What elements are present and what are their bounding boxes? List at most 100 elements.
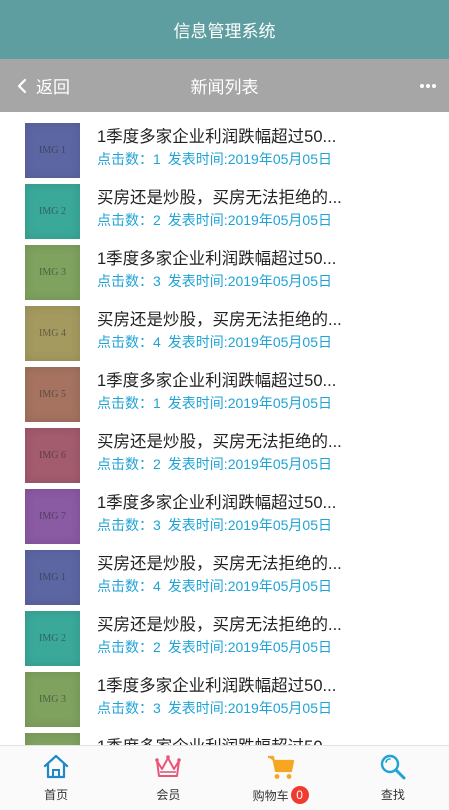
- news-item[interactable]: IMG 6 买房还是炒股，买房无法拒绝的... 点击数：2 发表时间:2019年05月…: [0, 425, 449, 486]
- tab-search-label: 查找: [380, 788, 405, 802]
- news-text: 买房还是炒股，买房无法拒绝的... 点击数：4 发表时间:2019年05月05日: [97, 311, 342, 351]
- news-meta: 点击数：4 发表时间:2019年05月05日: [97, 578, 342, 595]
- cart-icon: [267, 755, 294, 779]
- tab-cart[interactable]: 购物车 0: [225, 746, 337, 810]
- news-text: 1季度多家企业利润跌幅超过50... 点击数：1 发表时间:2019年05月05日: [97, 128, 336, 168]
- news-meta: 点击数：4 发表时间:2019年05月05日: [97, 334, 342, 351]
- publish-date: 2019年05月05日: [227, 151, 332, 167]
- news-thumbnail: IMG 4: [25, 733, 80, 745]
- news-title: 买房还是炒股，买房无法拒绝的...: [97, 616, 342, 634]
- more-button[interactable]: [413, 59, 443, 112]
- more-dots-icon: [420, 83, 436, 88]
- news-text: 买房还是炒股，买房无法拒绝的... 点击数：2 发表时间:2019年05月05日: [97, 616, 342, 656]
- publish-date: 2019年05月05日: [227, 334, 332, 350]
- news-item[interactable]: IMG 2 买房还是炒股，买房无法拒绝的... 点击数：2 发表时间:2019年05月…: [0, 181, 449, 242]
- clicks-label: 点击数：: [97, 334, 153, 350]
- news-item[interactable]: IMG 4 买房还是炒股，买房无法拒绝的... 点击数：4 发表时间:2019年05月…: [0, 303, 449, 364]
- clicks-label: 点击数：: [97, 700, 153, 716]
- date-label: 发表时间:: [167, 151, 228, 167]
- clicks-label: 点击数：: [97, 578, 153, 594]
- news-text: 1季度多家企业利润跌幅超过50... 点击数：3 发表时间:2019年05月05日: [97, 677, 336, 717]
- publish-date: 2019年05月05日: [227, 639, 332, 655]
- news-title: 买房还是炒股，买房无法拒绝的...: [97, 433, 342, 451]
- news-thumbnail: IMG 3: [25, 245, 80, 300]
- news-text: 买房还是炒股，买房无法拒绝的... 点击数：2 发表时间:2019年05月05日: [97, 189, 342, 229]
- news-meta: 点击数：3 发表时间:2019年05月05日: [97, 517, 336, 534]
- nav-bar: 返回 新闻列表: [0, 59, 449, 112]
- app-title: 信息管理系统: [173, 22, 276, 41]
- news-item[interactable]: IMG 2 买房还是炒股，买房无法拒绝的... 点击数：2 发表时间:2019年05月…: [0, 608, 449, 669]
- clicks-count: 3: [153, 700, 161, 716]
- news-item[interactable]: IMG 3 1季度多家企业利润跌幅超过50... 点击数：3 发表时间:2019年05…: [0, 669, 449, 730]
- news-meta: 点击数：2 发表时间:2019年05月05日: [97, 212, 342, 229]
- app-header: 信息管理系统: [0, 0, 449, 59]
- home-icon: [44, 754, 69, 779]
- tab-member-label: 会员: [156, 788, 181, 802]
- clicks-count: 2: [153, 456, 161, 472]
- date-label: 发表时间:: [167, 639, 228, 655]
- news-thumbnail: IMG 7: [25, 489, 80, 544]
- clicks-count: 2: [153, 212, 161, 228]
- tab-bar: 首页 会员 购物车 0 查找: [0, 745, 449, 810]
- news-text: 买房还是炒股，买房无法拒绝的... 点击数：2 发表时间:2019年05月05日: [97, 433, 342, 473]
- news-item[interactable]: IMG 1 买房还是炒股，买房无法拒绝的... 点击数：4 发表时间:2019年05月…: [0, 547, 449, 608]
- page-title: 新闻列表: [190, 78, 259, 97]
- news-thumbnail: IMG 4: [25, 306, 80, 361]
- news-title: 1季度多家企业利润跌幅超过50...: [97, 677, 337, 695]
- news-title: 1季度多家企业利润跌幅超过50...: [97, 372, 337, 390]
- publish-date: 2019年05月05日: [227, 578, 332, 594]
- clicks-count: 4: [153, 578, 161, 594]
- clicks-label: 点击数：: [97, 395, 153, 411]
- news-meta: 点击数：3 发表时间:2019年05月05日: [97, 273, 336, 290]
- tab-member[interactable]: 会员: [112, 746, 224, 810]
- tab-cart-label: 购物车 0: [253, 786, 309, 804]
- news-text: 1季度多家企业利润跌幅超过50... 点击数：3 发表时间:2019年05月05日: [97, 250, 336, 290]
- news-item[interactable]: IMG 1 1季度多家企业利润跌幅超过50... 点击数：1 发表时间:2019年05…: [0, 120, 449, 181]
- date-label: 发表时间:: [167, 395, 228, 411]
- clicks-label: 点击数：: [97, 517, 153, 533]
- news-text: 1季度多家企业利润跌幅超过50... 点击数：3 发表时间:2019年05月05日: [97, 494, 336, 534]
- date-label: 发表时间:: [167, 578, 228, 594]
- publish-date: 2019年05月05日: [227, 273, 332, 289]
- date-label: 发表时间:: [167, 212, 228, 228]
- clicks-count: 4: [153, 334, 161, 350]
- tab-home-label: 首页: [44, 788, 69, 802]
- news-thumbnail: IMG 1: [25, 550, 80, 605]
- clicks-label: 点击数：: [97, 273, 153, 289]
- news-thumbnail: IMG 2: [25, 184, 80, 239]
- date-label: 发表时间:: [167, 517, 228, 533]
- news-text: 1季度多家企业利润跌幅超过50... 点击数：1 发表时间:2019年05月05日: [97, 372, 336, 412]
- news-title: 买房还是炒股，买房无法拒绝的...: [97, 311, 342, 329]
- clicks-count: 3: [153, 517, 161, 533]
- clicks-count: 3: [153, 273, 161, 289]
- tab-search[interactable]: 查找: [337, 746, 449, 810]
- news-item[interactable]: IMG 5 1季度多家企业利润跌幅超过50... 点击数：1 发表时间:2019年05…: [0, 364, 449, 425]
- crown-icon: [155, 755, 182, 777]
- tab-home[interactable]: 首页: [0, 746, 112, 810]
- publish-date: 2019年05月05日: [227, 456, 332, 472]
- search-icon: [380, 754, 406, 780]
- publish-date: 2019年05月05日: [227, 212, 332, 228]
- cart-label-text: 购物车: [252, 788, 289, 803]
- news-list: IMG 1 1季度多家企业利润跌幅超过50... 点击数：1 发表时间:2019年05…: [0, 120, 449, 745]
- news-title: 1季度多家企业利润跌幅超过50...: [97, 494, 337, 512]
- news-title: 买房还是炒股，买房无法拒绝的...: [97, 189, 342, 207]
- news-item[interactable]: IMG 41季度多家企业利润跌幅超过50...点击数：: [0, 730, 449, 745]
- back-button[interactable]: 返回: [14, 59, 70, 112]
- news-title: 1季度多家企业利润跌幅超过50...: [97, 250, 337, 268]
- news-item[interactable]: IMG 7 1季度多家企业利润跌幅超过50... 点击数：3 发表时间:2019年05…: [0, 486, 449, 547]
- news-meta: 点击数：1 发表时间:2019年05月05日: [97, 395, 336, 412]
- clicks-count: 1: [153, 151, 161, 167]
- publish-date: 2019年05月05日: [227, 517, 332, 533]
- date-label: 发表时间:: [167, 456, 228, 472]
- news-meta: 点击数：2 发表时间:2019年05月05日: [97, 639, 342, 656]
- news-thumbnail: IMG 1: [25, 123, 80, 178]
- date-label: 发表时间:: [167, 273, 228, 289]
- news-item[interactable]: IMG 3 1季度多家企业利润跌幅超过50... 点击数：3 发表时间:2019年05…: [0, 242, 449, 303]
- clicks-label: 点击数：: [97, 639, 153, 655]
- news-title: 1季度多家企业利润跌幅超过50...: [97, 128, 337, 146]
- news-meta: 点击数：1 发表时间:2019年05月05日: [97, 151, 336, 168]
- news-thumbnail: IMG 6: [25, 428, 80, 483]
- clicks-count: 2: [153, 639, 161, 655]
- date-label: 发表时间:: [167, 334, 228, 350]
